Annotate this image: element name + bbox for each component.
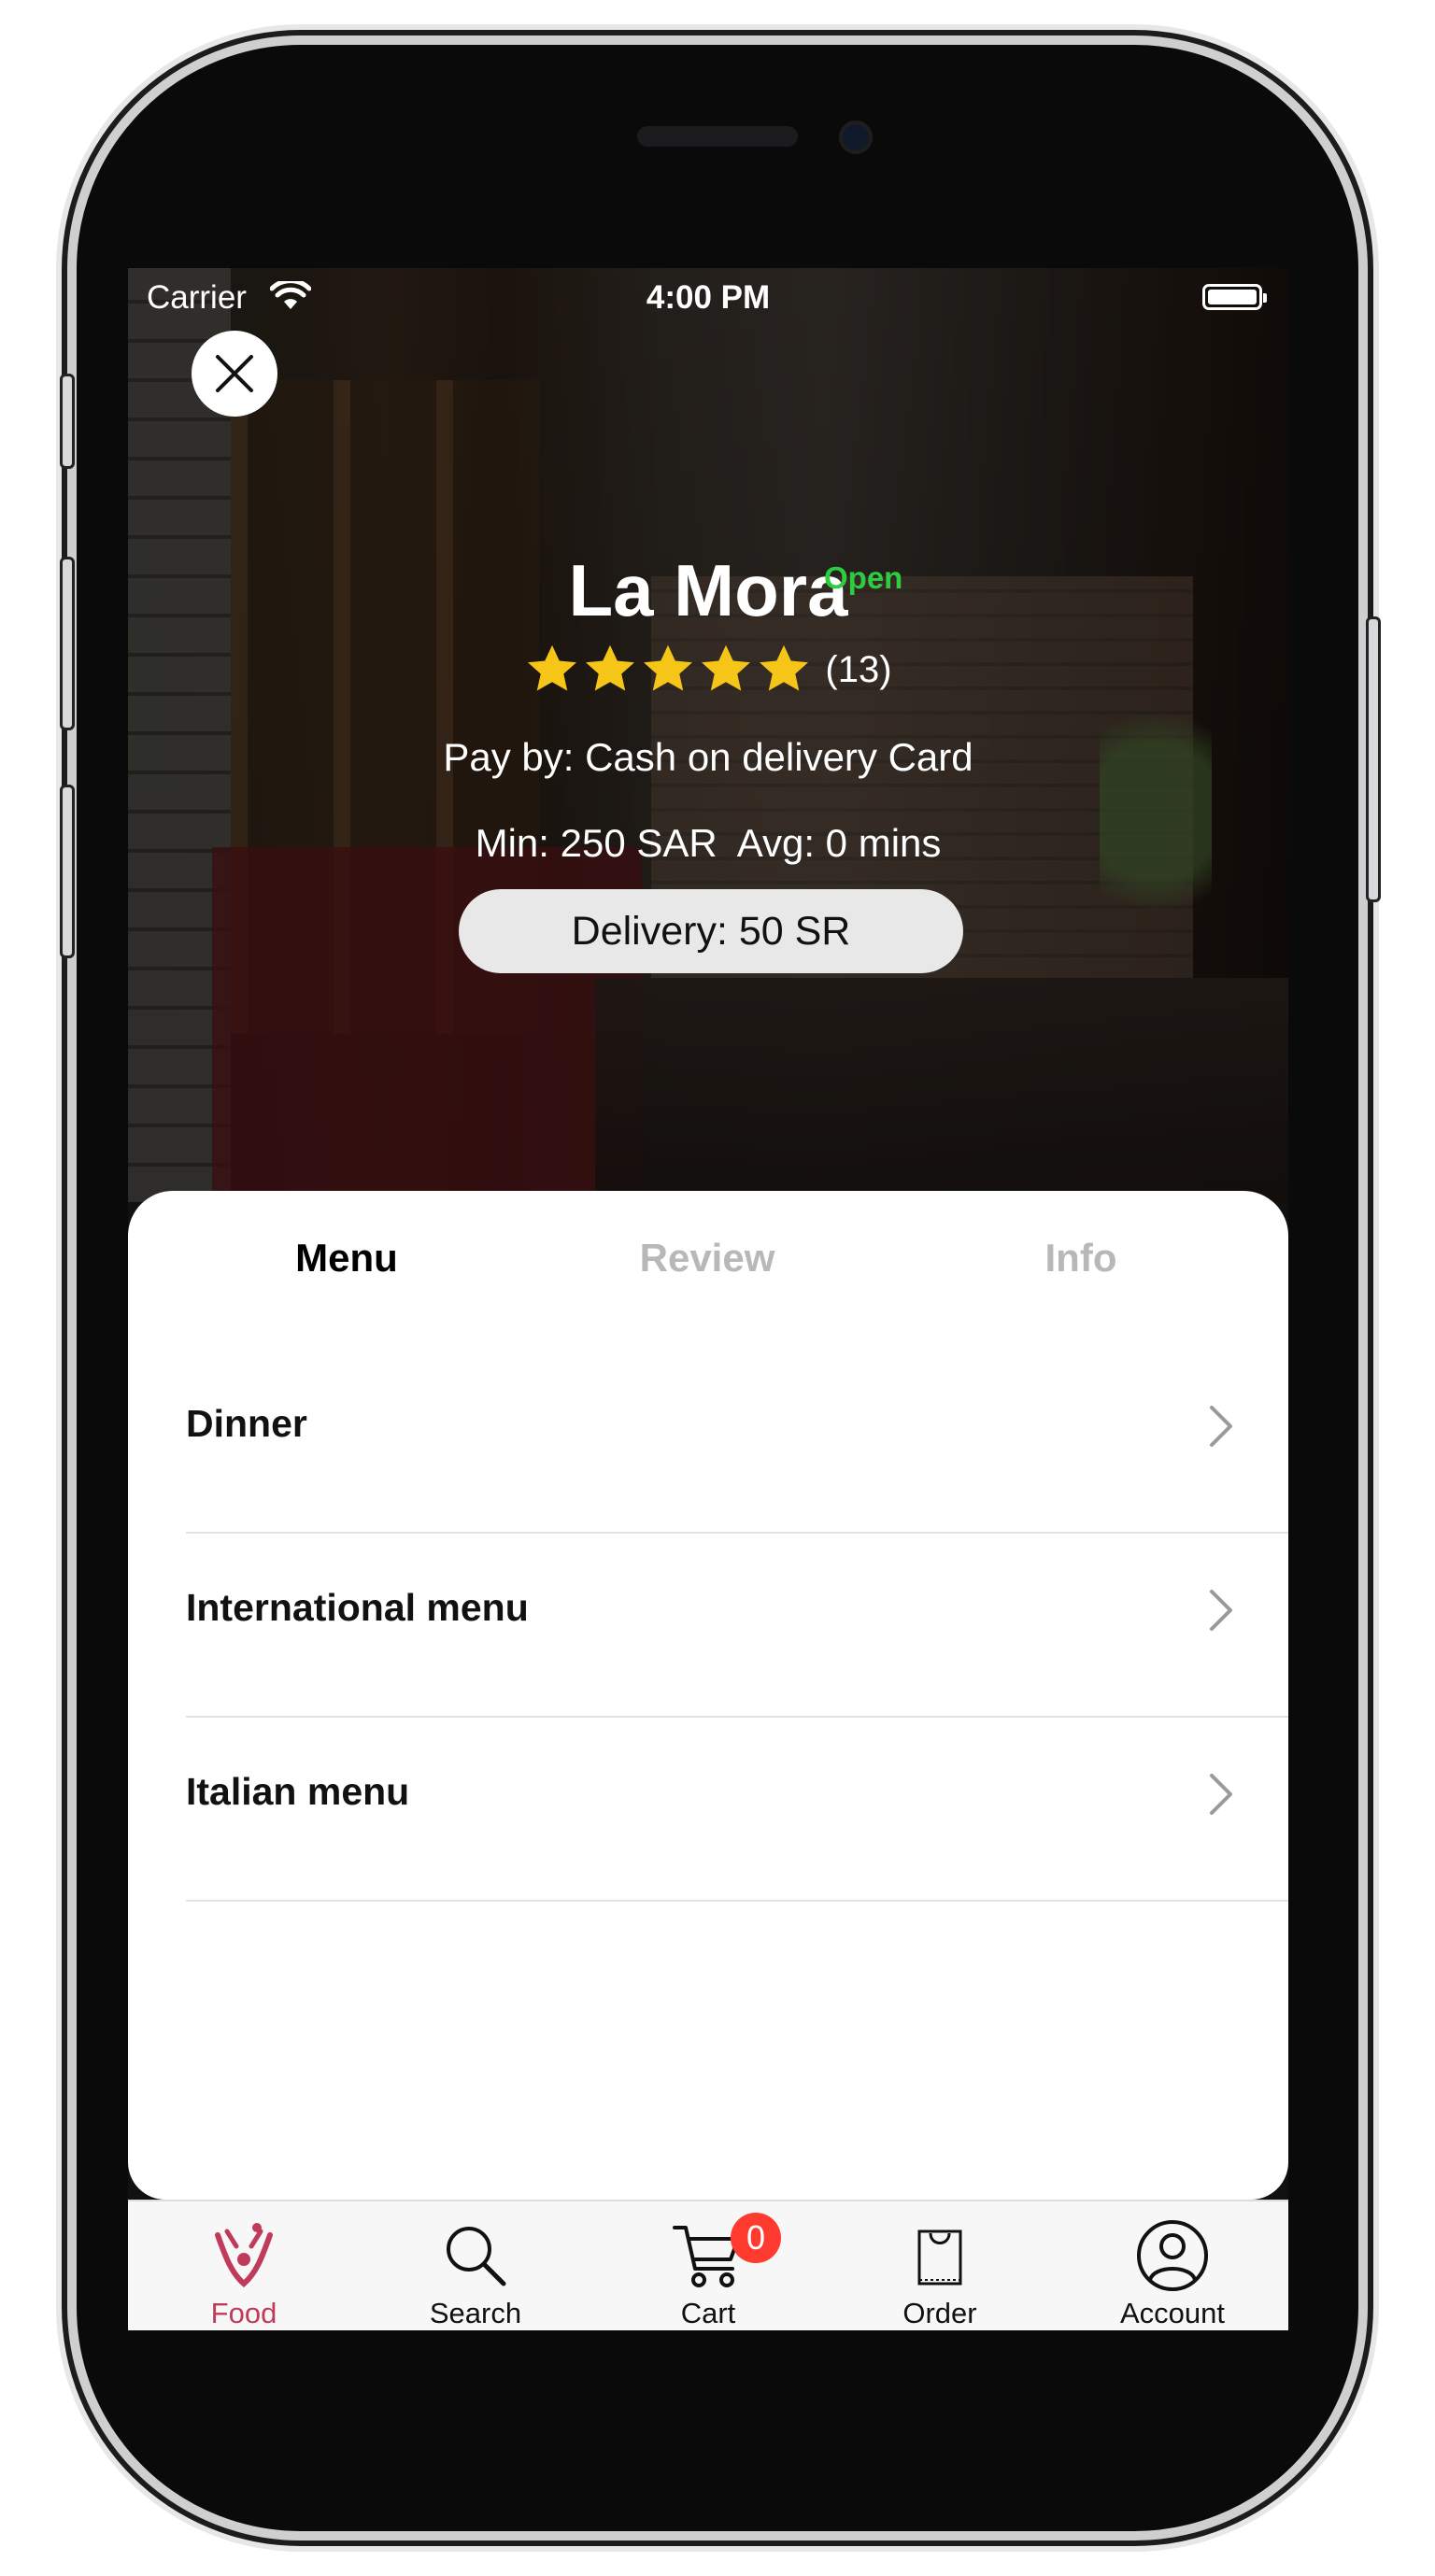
tabbar-label: Food xyxy=(210,2297,277,2329)
tabbar-label: Search xyxy=(429,2297,522,2329)
app-screen: Carrier 4:00 PM La Mora Open (13) Pay by… xyxy=(128,268,1288,2330)
tabbar-item-search[interactable]: Search xyxy=(360,2201,591,2330)
chevron-right-icon xyxy=(1210,1590,1232,1631)
battery-icon xyxy=(1202,284,1267,310)
menu-category-label: International menu xyxy=(186,1586,529,1629)
chevron-right-icon xyxy=(1210,1406,1232,1447)
tab-menu[interactable]: Menu xyxy=(206,1236,487,1281)
side-button-power xyxy=(1366,616,1381,902)
payment-methods: Pay by: Cash on delivery Card xyxy=(443,735,973,779)
chevron-right-icon xyxy=(1210,1774,1232,1815)
tab-info[interactable]: Info xyxy=(941,1236,1221,1281)
earpiece-speaker xyxy=(637,126,798,147)
search-icon xyxy=(447,2227,506,2286)
menu-category-label: Italian menu xyxy=(186,1770,410,1813)
close-button[interactable] xyxy=(192,331,277,417)
tabbar-label: Order xyxy=(902,2297,977,2329)
close-icon xyxy=(216,355,253,392)
status-bar: Carrier 4:00 PM xyxy=(128,268,1288,324)
cart-count-badge: 0 xyxy=(731,2213,781,2263)
front-camera xyxy=(839,120,873,154)
star-rating xyxy=(524,642,812,698)
side-button-volume-down xyxy=(60,785,75,958)
menu-category-international[interactable]: International menu xyxy=(186,1534,1288,1718)
star-icon xyxy=(586,644,635,691)
delivery-fee-pill: Delivery: 50 SR xyxy=(459,889,963,973)
clock: 4:00 PM xyxy=(646,279,771,316)
star-icon xyxy=(702,644,751,691)
rating-row: (13) xyxy=(128,637,1288,702)
tab-review[interactable]: Review xyxy=(567,1236,847,1281)
rating-count: (13) xyxy=(825,648,892,690)
restaurant-title-row: La Mora xyxy=(128,548,1288,633)
menu-sheet: Menu Review Info Dinner International me… xyxy=(128,1191,1288,2200)
star-icon xyxy=(760,644,809,691)
bottom-tab-bar: Food Search Cart Order Account 0 xyxy=(128,2200,1288,2330)
tabbar-item-food[interactable]: Food xyxy=(128,2201,360,2330)
bag-icon xyxy=(917,2229,962,2286)
section-tabs: Menu Review Info xyxy=(128,1236,1288,1292)
food-logo-icon xyxy=(215,2223,273,2287)
tabbar-item-account[interactable]: Account xyxy=(1057,2201,1288,2330)
user-icon xyxy=(1137,2220,1208,2291)
menu-category-dinner[interactable]: Dinner xyxy=(186,1350,1288,1534)
tabbar-item-cart[interactable]: Cart xyxy=(592,2201,824,2330)
menu-category-label: Dinner xyxy=(186,1402,307,1445)
menu-category-italian[interactable]: Italian menu xyxy=(186,1718,1288,1902)
min-order-avg-time: Min: 250 SAR Avg: 0 mins xyxy=(475,821,942,865)
tabbar-item-order[interactable]: Order xyxy=(824,2201,1056,2330)
tabbar-label: Cart xyxy=(680,2297,736,2329)
star-icon xyxy=(644,644,693,691)
star-icon xyxy=(528,644,577,691)
side-button-volume-up xyxy=(60,557,75,730)
menu-category-list: Dinner International menu Italian menu xyxy=(186,1350,1288,1902)
restaurant-name: La Mora xyxy=(568,549,848,631)
open-status-badge: Open xyxy=(824,560,903,595)
tabbar-label: Account xyxy=(1119,2297,1225,2329)
side-button-mute xyxy=(60,374,75,469)
